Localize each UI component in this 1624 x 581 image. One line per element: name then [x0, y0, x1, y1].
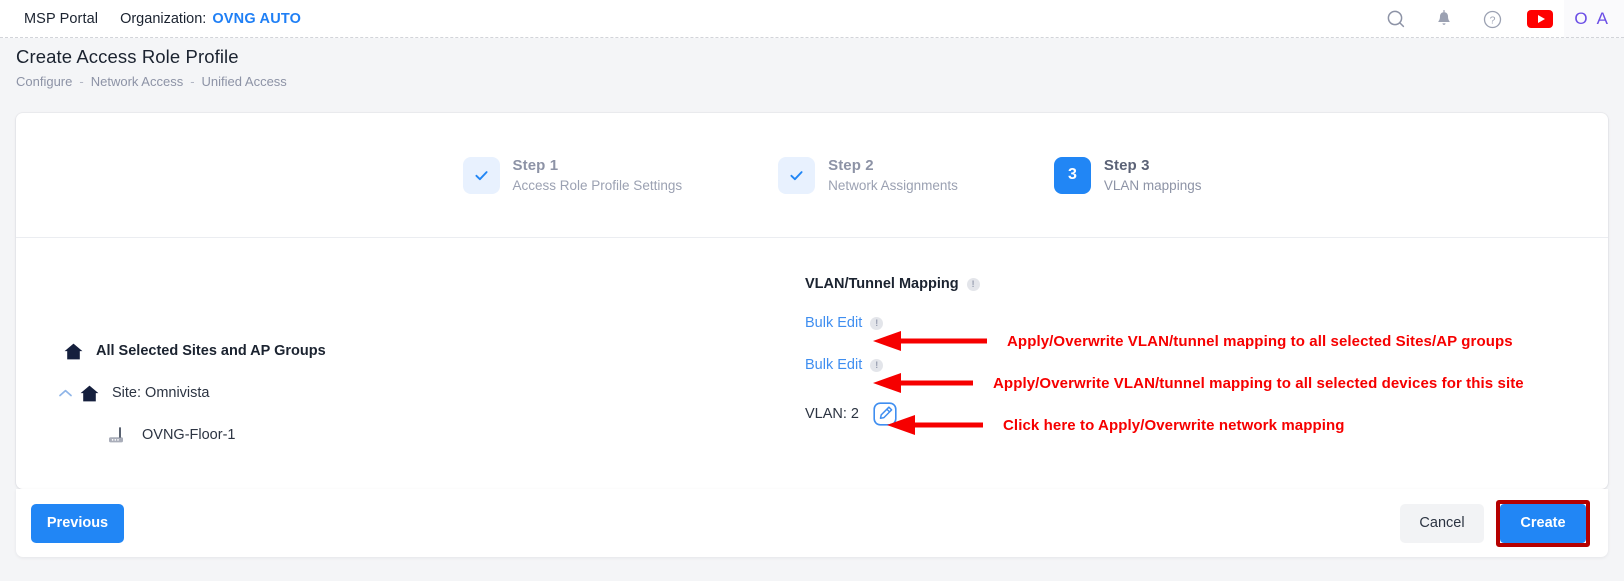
bulk-edit-row-all-sites: Bulk Edit ! [805, 315, 883, 331]
step-3-number: 3 [1068, 166, 1077, 184]
wizard-card: Step 1 Access Role Profile Settings Step… [16, 113, 1608, 489]
app-page: MSP Portal Organization: OVNG AUTO [0, 0, 1624, 581]
home-icon [62, 342, 84, 361]
tree-row-site[interactable]: Site: Omnivista [56, 380, 210, 406]
create-button[interactable]: Create [1500, 504, 1586, 543]
search-icon[interactable] [1372, 0, 1420, 38]
breadcrumb-item-configure[interactable]: Configure [16, 74, 72, 89]
avatar-initial-first: O [1574, 9, 1587, 29]
wizard-stepper: Step 1 Access Role Profile Settings Step… [16, 113, 1608, 237]
organization-value[interactable]: OVNG AUTO [212, 11, 301, 27]
info-icon[interactable]: ! [870, 359, 883, 372]
help-circle-icon[interactable]: ? [1468, 0, 1516, 38]
tree-row-all-sites[interactable]: All Selected Sites and AP Groups [62, 338, 326, 364]
organization-selector[interactable]: Organization: OVNG AUTO [120, 11, 301, 27]
annotation-1-text: Apply/Overwrite VLAN/tunnel mapping to a… [1007, 333, 1513, 350]
previous-button[interactable]: Previous [31, 504, 124, 543]
bulk-edit-link-all-sites[interactable]: Bulk Edit [805, 315, 862, 331]
access-point-icon [104, 425, 130, 445]
annotation-3-text: Click here to Apply/Overwrite network ma… [1003, 417, 1345, 434]
footer-actions: Cancel Create [1400, 500, 1608, 547]
step-2-description: Network Assignments [828, 178, 958, 193]
tree-label-all-sites: All Selected Sites and AP Groups [96, 343, 326, 359]
step-1-description: Access Role Profile Settings [513, 178, 683, 193]
step-3-description: VLAN mappings [1104, 178, 1202, 193]
bulk-edit-row-site: Bulk Edit ! [805, 357, 883, 373]
step-3-badge: 3 [1054, 157, 1091, 194]
create-button-highlight: Create [1496, 500, 1590, 547]
breadcrumb-separator: - [190, 74, 194, 89]
bell-icon[interactable] [1420, 0, 1468, 38]
avatar[interactable]: O A [1564, 0, 1624, 38]
bulk-edit-link-site[interactable]: Bulk Edit [805, 357, 862, 373]
step-3-name: Step 3 [1104, 157, 1202, 174]
annotation-3: Click here to Apply/Overwrite network ma… [885, 414, 1345, 436]
red-arrow-icon [871, 330, 989, 352]
tree-label-device: OVNG-Floor-1 [142, 427, 235, 443]
youtube-icon[interactable] [1516, 0, 1564, 38]
vlan-tunnel-mapping-label: VLAN/Tunnel Mapping [805, 276, 959, 292]
breadcrumb-item-network-access[interactable]: Network Access [91, 74, 183, 89]
organization-label: Organization: [120, 11, 206, 27]
wizard-footer: Previous Cancel Create [16, 489, 1608, 557]
breadcrumb: Configure - Network Access - Unified Acc… [16, 74, 1624, 89]
step-3[interactable]: 3 Step 3 VLAN mappings [1054, 157, 1202, 194]
breadcrumb-item-unified-access[interactable]: Unified Access [202, 74, 287, 89]
topbar-actions: ? O A [1372, 0, 1624, 38]
vlan-value: VLAN: 2 [805, 406, 859, 422]
tree-label-site: Site: Omnivista [112, 385, 210, 401]
vlan-tunnel-mapping-title: VLAN/Tunnel Mapping ! [805, 276, 980, 292]
step-1[interactable]: Step 1 Access Role Profile Settings [463, 157, 683, 194]
cancel-button[interactable]: Cancel [1400, 504, 1484, 543]
svg-text:?: ? [1490, 14, 1496, 26]
home-icon [78, 384, 100, 403]
annotation-2-text: Apply/Overwrite VLAN/tunnel mapping to a… [993, 375, 1524, 392]
breadcrumb-separator: - [79, 74, 83, 89]
page-title: Create Access Role Profile [16, 46, 1624, 68]
step-2[interactable]: Step 2 Network Assignments [778, 157, 958, 194]
avatar-initial-second: A [1597, 9, 1608, 29]
top-navigation-bar: MSP Portal Organization: OVNG AUTO [0, 0, 1624, 38]
info-icon[interactable]: ! [870, 317, 883, 330]
step-1-name: Step 1 [513, 157, 683, 174]
annotation-1: Apply/Overwrite VLAN/tunnel mapping to a… [871, 330, 1513, 352]
info-icon[interactable]: ! [967, 278, 980, 291]
red-arrow-icon [885, 414, 985, 436]
annotation-2: Apply/Overwrite VLAN/tunnel mapping to a… [871, 372, 1524, 394]
step-1-check-icon [463, 157, 500, 194]
page-header: Create Access Role Profile Configure - N… [0, 46, 1624, 89]
chevron-up-icon[interactable] [56, 387, 74, 400]
wizard-content: All Selected Sites and AP Groups Site: O… [16, 238, 1608, 488]
step-2-name: Step 2 [828, 157, 958, 174]
red-arrow-icon [871, 372, 975, 394]
tree-row-device[interactable]: OVNG-Floor-1 [104, 422, 235, 448]
step-2-check-icon [778, 157, 815, 194]
msp-portal-link[interactable]: MSP Portal [24, 11, 98, 27]
